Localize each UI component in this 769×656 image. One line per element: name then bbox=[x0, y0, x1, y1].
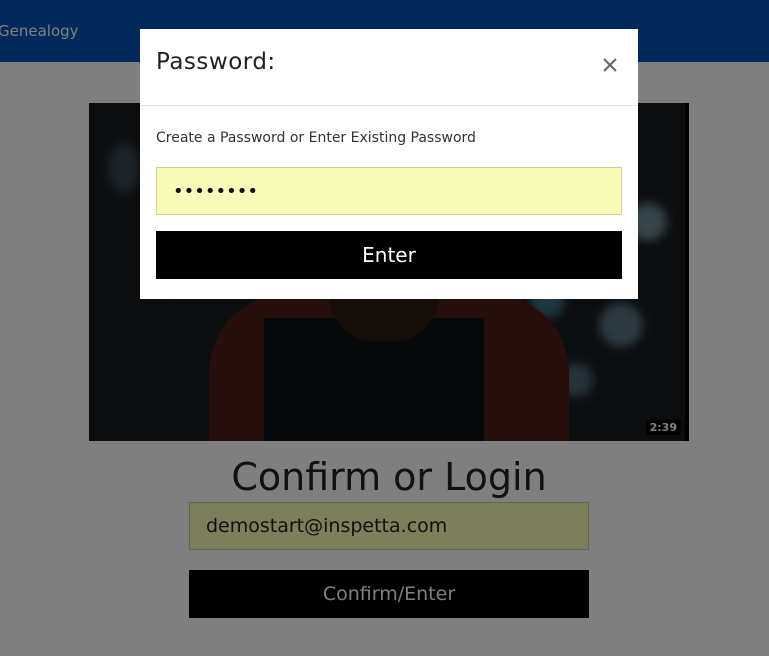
modal-header: Password: bbox=[140, 29, 638, 106]
password-modal: Password: Create a Password or Enter Exi… bbox=[140, 29, 638, 299]
enter-button[interactable]: Enter bbox=[156, 231, 622, 279]
close-icon[interactable] bbox=[600, 55, 620, 75]
modal-title: Password: bbox=[156, 49, 276, 75]
password-instruction-label: Create a Password or Enter Existing Pass… bbox=[156, 130, 476, 146]
page: Genealogy 2:39 Confirm or Login Confirm/… bbox=[0, 0, 769, 656]
password-input[interactable] bbox=[156, 167, 622, 215]
